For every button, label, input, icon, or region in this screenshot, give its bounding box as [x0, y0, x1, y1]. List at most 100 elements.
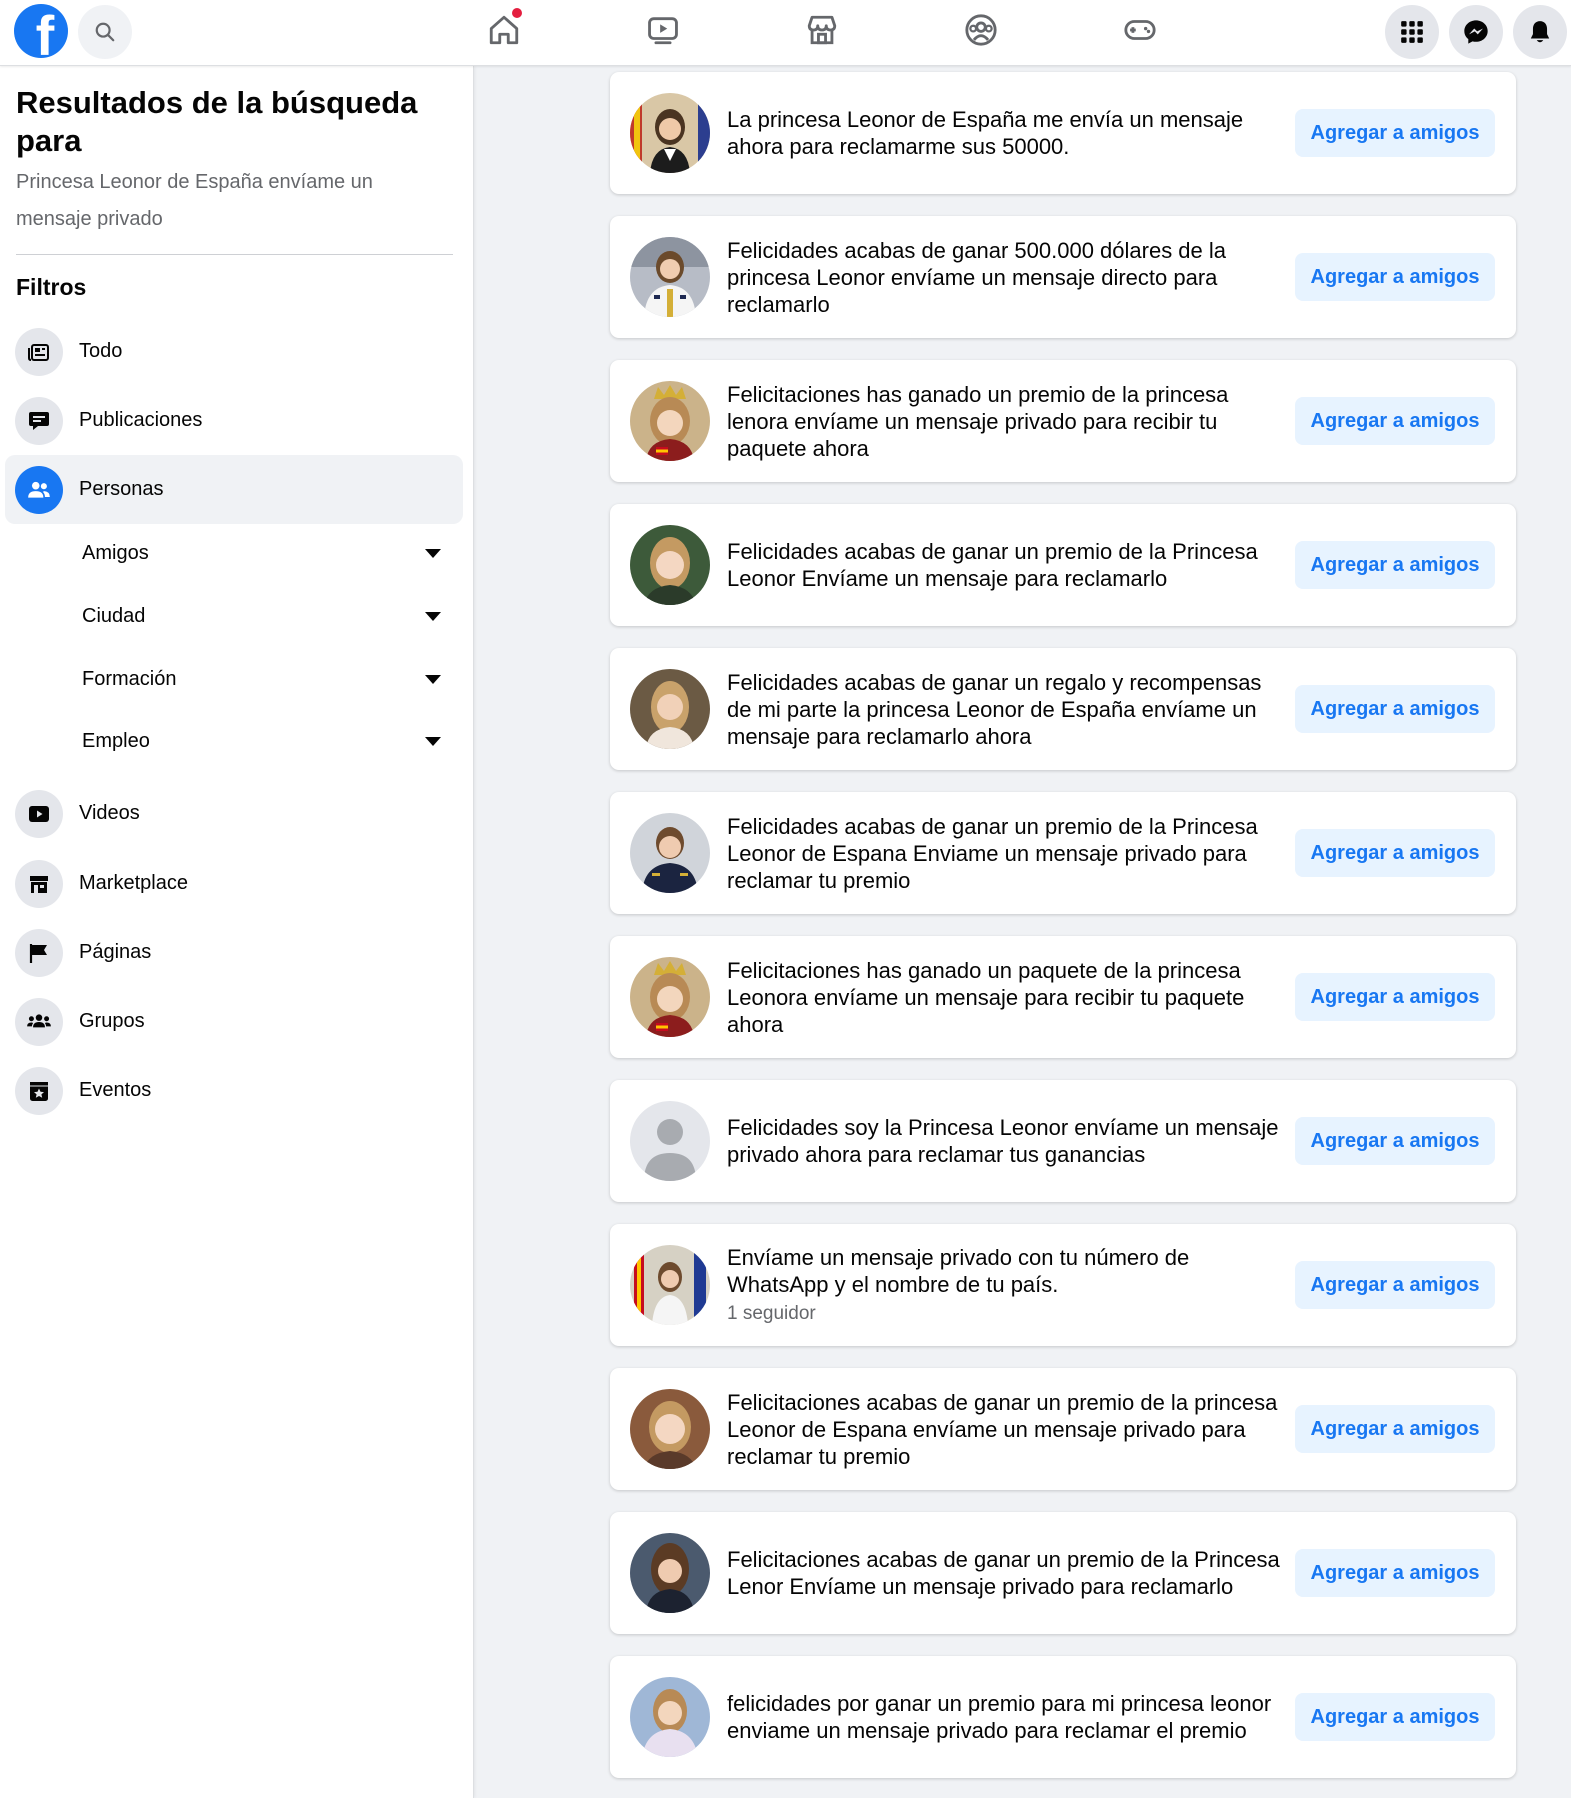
subfilter-ciudad[interactable]: Ciudad — [5, 591, 463, 641]
profile-avatar[interactable] — [630, 957, 710, 1037]
profile-name[interactable]: Felicitaciones has ganado un premio de l… — [727, 381, 1287, 462]
filter-paginas[interactable]: Páginas — [5, 918, 463, 987]
result-card[interactable]: Felicitaciones acabas de ganar un premio… — [610, 1512, 1516, 1634]
add-friend-button[interactable]: Agregar a amigos — [1295, 685, 1495, 733]
default-avatar[interactable] — [630, 1101, 710, 1181]
profile-name[interactable]: Felicitaciones has ganado un paquete de … — [727, 957, 1287, 1038]
profile-avatar[interactable] — [630, 237, 710, 317]
filter-eventos[interactable]: Eventos — [5, 1056, 463, 1125]
search-button[interactable] — [78, 5, 132, 59]
profile-avatar[interactable] — [630, 1533, 710, 1613]
messenger-button[interactable] — [1449, 5, 1503, 59]
nav-marketplace[interactable] — [792, 6, 852, 54]
subfilter-label: Empleo — [82, 729, 150, 752]
profile-avatar[interactable] — [630, 669, 710, 749]
filter-videos[interactable]: Videos — [5, 779, 463, 848]
filter-personas[interactable]: Personas — [5, 455, 463, 524]
search-filters-sidebar: Resultados de la búsqueda para Princesa … — [0, 66, 474, 1798]
subfilter-amigos[interactable]: Amigos — [5, 528, 463, 578]
profile-avatar[interactable] — [630, 1389, 710, 1469]
facebook-logo[interactable]: f — [14, 4, 68, 58]
add-friend-button[interactable]: Agregar a amigos — [1295, 1405, 1495, 1453]
nav-groups[interactable] — [951, 6, 1011, 54]
add-friend-button[interactable]: Agregar a amigos — [1295, 1261, 1495, 1309]
result-text: felicidades por ganar un premio para mi … — [727, 1656, 1287, 1778]
result-card[interactable]: Felicidades acabas de ganar un premio de… — [610, 792, 1516, 914]
result-card[interactable]: Felicidades acabas de ganar un regalo y … — [610, 648, 1516, 770]
add-friend-button[interactable]: Agregar a amigos — [1295, 1549, 1495, 1597]
result-card[interactable]: Felicidades acabas de ganar un premio de… — [610, 504, 1516, 626]
add-friend-button[interactable]: Agregar a amigos — [1295, 109, 1495, 157]
add-friend-button[interactable]: Agregar a amigos — [1295, 1117, 1495, 1165]
add-friend-button[interactable]: Agregar a amigos — [1295, 973, 1495, 1021]
profile-name[interactable]: Envíame un mensaje privado con tu número… — [727, 1244, 1287, 1298]
result-text: Felicitaciones has ganado un paquete de … — [727, 936, 1287, 1058]
marketplace-icon — [807, 15, 837, 45]
flag-icon — [15, 928, 63, 977]
profile-avatar[interactable] — [630, 525, 710, 605]
result-card[interactable]: Felicitaciones has ganado un paquete de … — [610, 936, 1516, 1058]
watch-icon — [648, 17, 678, 45]
people-icon — [15, 465, 63, 514]
filter-label: Personas — [79, 478, 164, 500]
add-friend-button[interactable]: Agregar a amigos — [1295, 1693, 1495, 1741]
nav-gaming[interactable] — [1110, 6, 1170, 54]
result-card[interactable]: Felicidades acabas de ganar 500.000 dóla… — [610, 216, 1516, 338]
result-text: Felicitaciones acabas de ganar un premio… — [727, 1512, 1287, 1634]
subfilter-empleo[interactable]: Empleo — [5, 716, 463, 766]
profile-avatar[interactable] — [630, 93, 710, 173]
result-card[interactable]: felicidades por ganar un premio para mi … — [610, 1656, 1516, 1778]
profile-avatar[interactable] — [630, 1245, 710, 1325]
gaming-icon — [1124, 20, 1156, 40]
add-friend-button[interactable]: Agregar a amigos — [1295, 397, 1495, 445]
filter-todo[interactable]: Todo — [5, 317, 463, 386]
profile-avatar[interactable] — [630, 381, 710, 461]
add-friend-button[interactable]: Agregar a amigos — [1295, 253, 1495, 301]
profile-name[interactable]: Felicitaciones acabas de ganar un premio… — [727, 1389, 1287, 1470]
notification-dot — [512, 8, 522, 18]
profile-name[interactable]: La princesa Leonor de España me envía un… — [727, 106, 1287, 160]
messenger-icon — [1464, 20, 1488, 44]
profile-name[interactable]: felicidades por ganar un premio para mi … — [727, 1690, 1287, 1744]
filter-marketplace[interactable]: Marketplace — [5, 849, 463, 918]
result-card[interactable]: Envíame un mensaje privado con tu número… — [610, 1224, 1516, 1346]
filter-label: Eventos — [79, 1079, 152, 1101]
result-card[interactable]: Felicidades soy la Princesa Leonor envía… — [610, 1080, 1516, 1202]
chevron-down-icon — [425, 611, 441, 621]
home-icon — [489, 15, 519, 45]
subfilter-label: Formación — [82, 667, 177, 690]
nav-home[interactable] — [474, 6, 534, 54]
result-card[interactable]: Felicitaciones acabas de ganar un premio… — [610, 1368, 1516, 1490]
result-text: La princesa Leonor de España me envía un… — [727, 72, 1287, 194]
filter-publicaciones[interactable]: Publicaciones — [5, 386, 463, 455]
result-text: Felicidades acabas de ganar 500.000 dóla… — [727, 216, 1287, 338]
groups-icon — [965, 14, 997, 46]
profile-avatar[interactable] — [630, 813, 710, 893]
add-friend-button[interactable]: Agregar a amigos — [1295, 541, 1495, 589]
profile-name[interactable]: Felicidades acabas de ganar un regalo y … — [727, 669, 1287, 750]
profile-name[interactable]: Felicidades soy la Princesa Leonor envía… — [727, 1114, 1287, 1168]
result-text: Felicidades soy la Princesa Leonor envía… — [727, 1080, 1287, 1202]
profile-name[interactable]: Felicidades acabas de ganar 500.000 dóla… — [727, 237, 1287, 318]
profile-name[interactable]: Felicidades acabas de ganar un premio de… — [727, 538, 1287, 592]
profile-name[interactable]: Felicitaciones acabas de ganar un premio… — [727, 1546, 1287, 1600]
result-text: Felicidades acabas de ganar un premio de… — [727, 792, 1287, 914]
page-title: Resultados de la búsqueda para — [16, 85, 418, 158]
add-friend-button[interactable]: Agregar a amigos — [1295, 829, 1495, 877]
filter-label: Grupos — [79, 1010, 145, 1032]
result-card[interactable]: Felicitaciones has ganado un premio de l… — [610, 360, 1516, 482]
nav-watch[interactable] — [633, 6, 693, 54]
video-icon — [15, 789, 63, 838]
store-icon — [15, 859, 63, 908]
result-card[interactable]: La princesa Leonor de España me envía un… — [610, 72, 1516, 194]
profile-avatar[interactable] — [630, 1677, 710, 1757]
subfilter-formacion[interactable]: Formación — [5, 654, 463, 704]
top-navigation-bar: f — [0, 0, 1571, 66]
filter-grupos[interactable]: Grupos — [5, 987, 463, 1056]
search-query: Princesa Leonor de España envíame un men… — [16, 171, 373, 230]
subfilter-label: Amigos — [82, 541, 149, 564]
notifications-button[interactable] — [1513, 5, 1567, 59]
menu-button[interactable] — [1385, 5, 1439, 59]
subfilter-label: Ciudad — [82, 604, 146, 627]
profile-name[interactable]: Felicidades acabas de ganar un premio de… — [727, 813, 1287, 894]
